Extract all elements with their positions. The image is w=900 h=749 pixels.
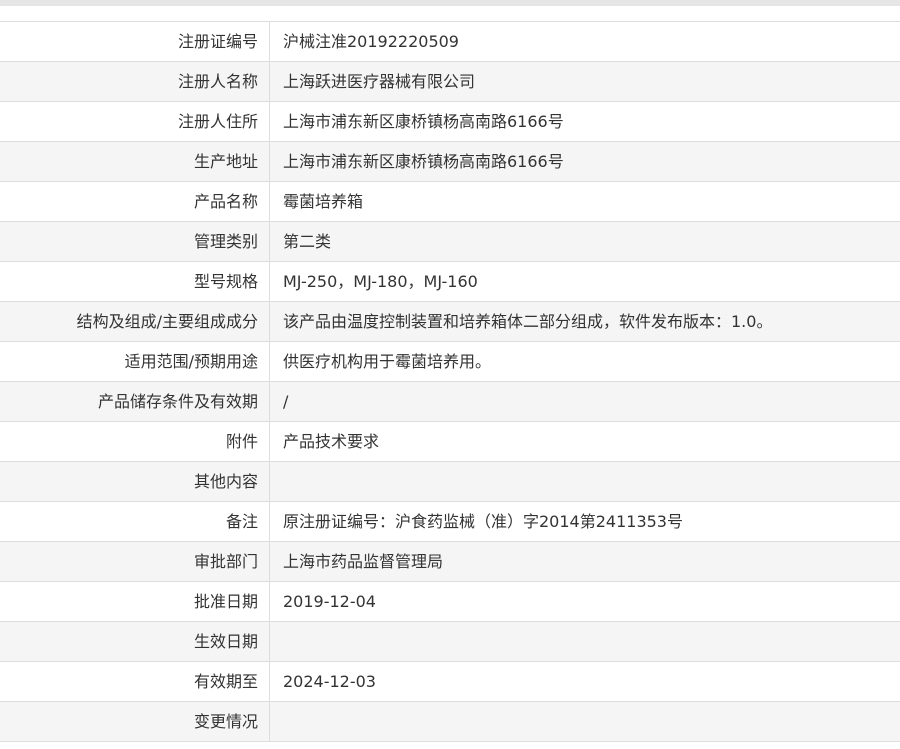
label-valid-until: 有效期至 bbox=[0, 662, 270, 701]
label-intended-use: 适用范围/预期用途 bbox=[0, 342, 270, 381]
row-remarks: 备注 原注册证编号：沪食药监械（准）字2014第2411353号 bbox=[0, 502, 900, 542]
row-effective-date: 生效日期 bbox=[0, 622, 900, 662]
row-approval-department: 审批部门 上海市药品监督管理局 bbox=[0, 542, 900, 582]
value-product-name: 霉菌培养箱 bbox=[283, 192, 364, 211]
label-registrant-name: 注册人名称 bbox=[0, 62, 270, 101]
value-valid-until: 2024-12-03 bbox=[283, 672, 376, 691]
label-registration-number: 注册证编号 bbox=[0, 22, 270, 61]
label-registrant-address: 注册人住所 bbox=[0, 102, 270, 141]
label-other-content: 其他内容 bbox=[0, 462, 270, 501]
value-registration-number: 沪械注准20192220509 bbox=[283, 32, 459, 51]
label-production-address: 生产地址 bbox=[0, 142, 270, 181]
row-intended-use: 适用范围/预期用途 供医疗机构用于霉菌培养用。 bbox=[0, 342, 900, 382]
label-model-spec: 型号规格 bbox=[0, 262, 270, 301]
value-registrant-address: 上海市浦东新区康桥镇杨高南路6166号 bbox=[283, 112, 564, 131]
row-registrant-address: 注册人住所 上海市浦东新区康桥镇杨高南路6166号 bbox=[0, 102, 900, 142]
value-attachment: 产品技术要求 bbox=[283, 432, 380, 451]
row-management-category: 管理类别 第二类 bbox=[0, 222, 900, 262]
label-change-history: 变更情况 bbox=[0, 702, 270, 741]
label-structure-composition: 结构及组成/主要组成成分 bbox=[0, 302, 270, 341]
row-model-spec: 型号规格 MJ-250，MJ-180，MJ-160 bbox=[0, 262, 900, 302]
row-other-content: 其他内容 bbox=[0, 462, 900, 502]
value-effective-date bbox=[270, 622, 900, 661]
row-change-history: 变更情况 bbox=[0, 702, 900, 742]
row-product-name: 产品名称 霉菌培养箱 bbox=[0, 182, 900, 222]
row-registration-number: 注册证编号 沪械注准20192220509 bbox=[0, 22, 900, 62]
value-intended-use: 供医疗机构用于霉菌培养用。 bbox=[283, 352, 492, 371]
value-other-content bbox=[270, 462, 900, 501]
row-structure-composition: 结构及组成/主要组成成分 该产品由温度控制装置和培养箱体二部分组成，软件发布版本… bbox=[0, 302, 900, 342]
row-valid-until: 有效期至 2024-12-03 bbox=[0, 662, 900, 702]
value-storage-validity: / bbox=[283, 392, 289, 411]
label-management-category: 管理类别 bbox=[0, 222, 270, 261]
value-remarks: 原注册证编号：沪食药监械（准）字2014第2411353号 bbox=[283, 512, 683, 531]
label-approval-date: 批准日期 bbox=[0, 582, 270, 621]
label-attachment: 附件 bbox=[0, 422, 270, 461]
label-storage-validity: 产品储存条件及有效期 bbox=[0, 382, 270, 421]
value-change-history bbox=[270, 702, 900, 741]
label-effective-date: 生效日期 bbox=[0, 622, 270, 661]
row-registrant-name: 注册人名称 上海跃进医疗器械有限公司 bbox=[0, 62, 900, 102]
top-spacer bbox=[0, 6, 900, 21]
value-approval-department: 上海市药品监督管理局 bbox=[283, 552, 444, 571]
value-production-address: 上海市浦东新区康桥镇杨高南路6166号 bbox=[283, 152, 564, 171]
value-registrant-name: 上海跃进医疗器械有限公司 bbox=[283, 72, 476, 91]
row-attachment: 附件 产品技术要求 bbox=[0, 422, 900, 462]
value-approval-date: 2019-12-04 bbox=[283, 592, 376, 611]
value-management-category: 第二类 bbox=[283, 232, 332, 251]
value-model-spec: MJ-250，MJ-180，MJ-160 bbox=[283, 272, 478, 291]
label-approval-department: 审批部门 bbox=[0, 542, 270, 581]
label-product-name: 产品名称 bbox=[0, 182, 270, 221]
label-remarks: 备注 bbox=[0, 502, 270, 541]
registration-detail-table: 注册证编号 沪械注准20192220509 注册人名称 上海跃进医疗器械有限公司… bbox=[0, 21, 900, 742]
value-structure-composition: 该产品由温度控制装置和培养箱体二部分组成，软件发布版本：1.0。 bbox=[283, 312, 773, 331]
row-approval-date: 批准日期 2019-12-04 bbox=[0, 582, 900, 622]
row-storage-validity: 产品储存条件及有效期 / bbox=[0, 382, 900, 422]
row-production-address: 生产地址 上海市浦东新区康桥镇杨高南路6166号 bbox=[0, 142, 900, 182]
